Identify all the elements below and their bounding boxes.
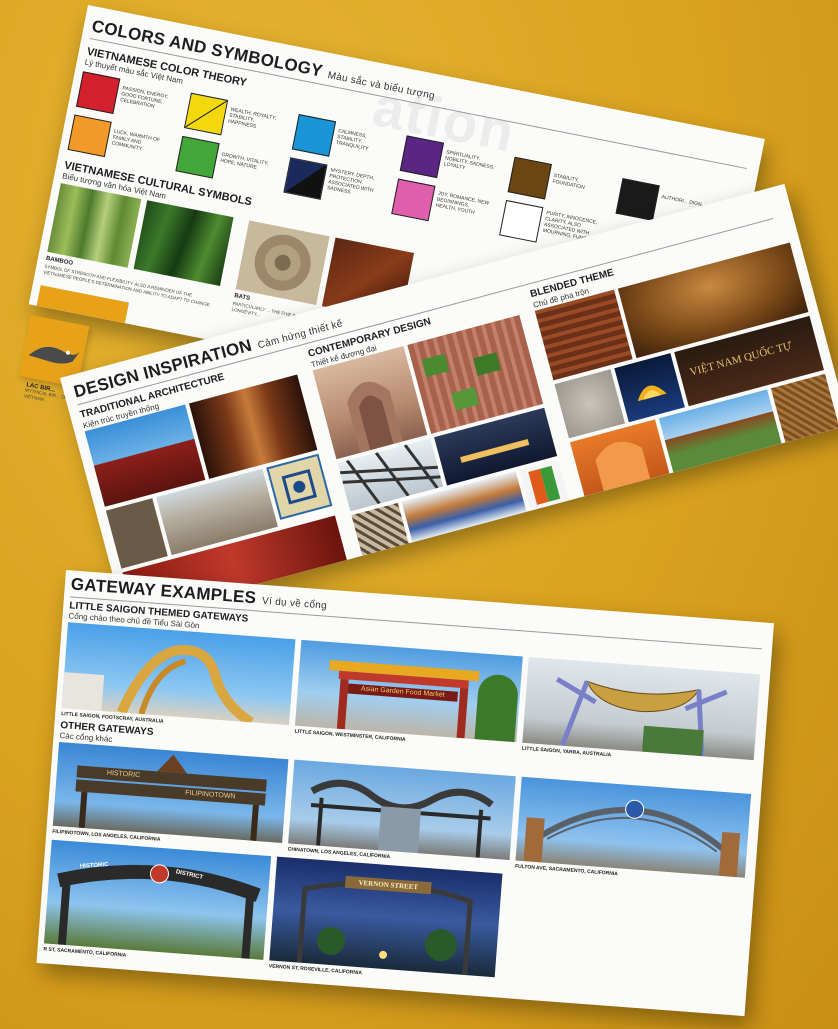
bats-carving-photo xyxy=(235,220,330,306)
swatch-text: GROWTH, VITALITY, HOPE, NATURE xyxy=(219,151,269,171)
swatch-orange xyxy=(67,114,112,158)
swatch-text: MYSTERY, DEPTH, PROTECTION, ASSOCIATED W… xyxy=(326,167,375,196)
swatch-black xyxy=(615,178,660,221)
swatch-pink xyxy=(391,178,436,222)
lotus-light-photo xyxy=(614,353,685,423)
swatch-text: PASSION, ENERGY, GOOD FORTUNE, CELEBRATI… xyxy=(119,85,169,110)
swatch-yellow xyxy=(183,92,229,136)
bamboo-forest-photo xyxy=(133,200,234,286)
swatch-text: JOY, ROMANCE, NEW BEGINNINGS, HEALTH, YO… xyxy=(435,190,490,216)
swatch-green xyxy=(175,135,220,179)
swatch-text: LUCK, WARMTH OF FAMILY AND COMMUNITY xyxy=(111,128,161,153)
swatch-text: STABILITY, FOUNDATION xyxy=(551,172,586,191)
footscray-gateway-photo xyxy=(61,622,296,726)
chinatown-gateway-photo xyxy=(288,759,516,861)
stone-relief-photo xyxy=(554,369,625,439)
swatch-brown xyxy=(507,156,552,200)
swatch-navy xyxy=(283,157,328,200)
symbol-tile-photo xyxy=(266,453,333,520)
swatch-text: WEALTH, ROYALTY, STABILITY, HAPPINESS xyxy=(227,106,277,130)
swatch-blue xyxy=(291,114,337,157)
westminster-gateway-photo: Asian Garden Food Market xyxy=(294,639,523,743)
vernon-gateway-photo: VERNON STREET xyxy=(269,856,503,978)
bamboo-photo xyxy=(47,183,142,268)
swatch-white xyxy=(499,199,544,243)
yarra-gateway-photo xyxy=(522,656,761,761)
swatch-purple xyxy=(399,135,445,179)
rst-gateway-photo: HISTORIC DISTRICT xyxy=(43,839,272,960)
fulton-gateway-photo xyxy=(515,776,752,878)
sign-text: VIỆT NAM QUỐC TỰ xyxy=(688,339,794,379)
filipinotown-gateway-photo: HISTORIC FILIPINOTOWN xyxy=(52,741,289,843)
gateway-examples-sheet: GATEWAY EXAMPLES Ví dụ về cổng LITTLE SAI… xyxy=(36,570,775,1017)
swatch-red xyxy=(76,71,121,114)
